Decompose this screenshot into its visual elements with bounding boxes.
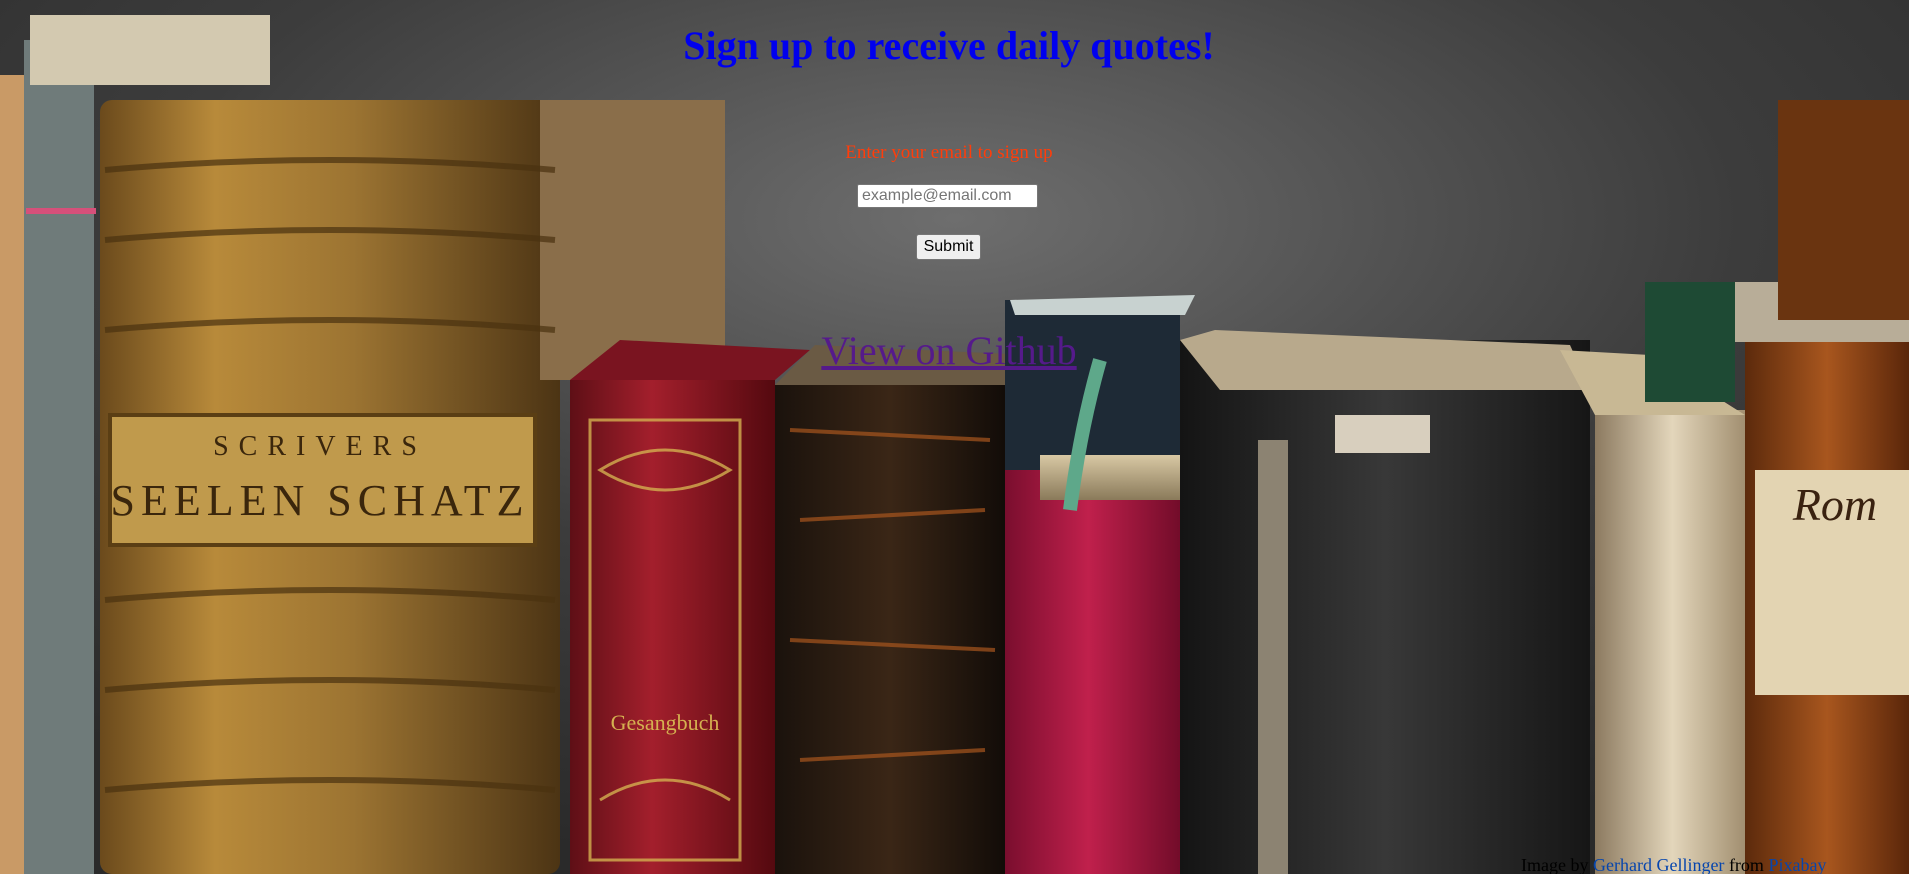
submit-button[interactable]: Submit <box>916 234 981 260</box>
credit-middle: from <box>1724 855 1769 874</box>
credit-source-link[interactable]: Pixabay <box>1768 855 1826 874</box>
credit-prefix: Image by <box>1521 855 1593 874</box>
signup-prompt: Enter your email to sign up <box>845 142 1053 163</box>
page-title: Sign up to receive daily quotes! <box>683 23 1215 68</box>
page: Sign up to receive daily quotes! Enter y… <box>0 0 1909 874</box>
github-link[interactable]: View on Github <box>0 327 1898 374</box>
email-input[interactable] <box>857 184 1038 208</box>
image-credit: Image by Gerhard Gellinger from Pixabay <box>1521 855 1826 874</box>
credit-author-link[interactable]: Gerhard Gellinger <box>1593 855 1724 874</box>
